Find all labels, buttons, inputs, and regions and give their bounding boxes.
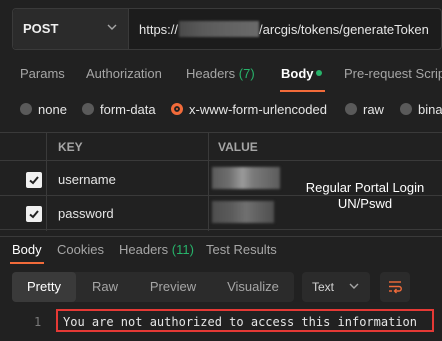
- radio-none[interactable]: none: [20, 102, 67, 117]
- view-preview[interactable]: Preview: [134, 272, 212, 302]
- radio-binary[interactable]: bina: [400, 102, 442, 117]
- redacted-value[interactable]: [212, 201, 274, 223]
- row-key[interactable]: password: [58, 206, 114, 221]
- radio-label: none: [38, 102, 67, 117]
- tab-response-body[interactable]: Body: [12, 242, 42, 257]
- view-pretty[interactable]: Pretty: [12, 272, 76, 302]
- row-checkbox[interactable]: [26, 172, 42, 188]
- url-prefix: https://: [139, 22, 179, 37]
- tab-response-headers-label: Headers: [119, 242, 169, 257]
- url-bar: POST https:// /arcgis/tokens/generateToke…: [12, 8, 442, 50]
- method-select[interactable]: POST: [13, 9, 129, 49]
- tab-headers[interactable]: Headers (7): [186, 66, 255, 81]
- method-label: POST: [23, 21, 59, 36]
- tab-headers-count: (7): [238, 66, 255, 81]
- redacted-host: [179, 21, 260, 37]
- radio-label: x-www-form-urlencoded: [189, 102, 327, 117]
- active-tab-underline: [280, 90, 325, 92]
- body-modified-dot: [316, 70, 322, 76]
- radio-dot-selected: [171, 103, 183, 115]
- chevron-down-icon: [107, 24, 117, 30]
- body-type-selector: none form-data x-www-form-urlencoded raw…: [0, 94, 442, 124]
- chevron-down-icon: [349, 283, 359, 289]
- row-key[interactable]: username: [58, 172, 116, 187]
- radio-dot: [345, 103, 357, 115]
- radio-raw[interactable]: raw: [345, 102, 384, 117]
- url-suffix: /arcgis/tokens/generateToken: [259, 22, 429, 37]
- view-raw[interactable]: Raw: [76, 272, 134, 302]
- tab-headers-label: Headers: [186, 66, 236, 81]
- table-header: KEY VALUE: [0, 133, 442, 161]
- tab-params[interactable]: Params: [20, 66, 65, 81]
- format-select[interactable]: Text: [302, 272, 370, 302]
- wrap-lines-button[interactable]: [380, 272, 410, 302]
- annotation-line: UN/Pswd: [337, 196, 393, 211]
- view-visualize[interactable]: Visualize: [212, 272, 294, 302]
- tab-response-headers-count: (11): [171, 242, 194, 257]
- format-label: Text: [312, 280, 335, 294]
- annotation-text: Regular Portal Login UN/Pswd: [300, 180, 430, 212]
- radio-form-data[interactable]: form-data: [82, 102, 156, 117]
- tab-body[interactable]: Body: [281, 66, 314, 81]
- view-mode-selector: Pretty Raw Preview Visualize: [12, 272, 294, 302]
- line-number: 1: [34, 315, 42, 329]
- radio-x-www-form-urlencoded[interactable]: x-www-form-urlencoded: [171, 102, 327, 117]
- value-column-header: VALUE: [218, 140, 258, 154]
- active-tab-underline: [10, 262, 44, 264]
- radio-dot: [400, 103, 412, 115]
- url-input[interactable]: https:// /arcgis/tokens/generateToken: [139, 21, 429, 37]
- tab-pre-request-script[interactable]: Pre-request Scrip: [344, 66, 442, 81]
- radio-dot: [82, 103, 94, 115]
- row-checkbox[interactable]: [26, 206, 42, 222]
- checkmark-icon: [29, 210, 39, 219]
- response-body-text: You are not authorized to access this in…: [56, 309, 434, 332]
- tab-response-headers[interactable]: Headers (11): [119, 242, 194, 257]
- checkmark-icon: [29, 176, 39, 185]
- radio-label: raw: [363, 102, 384, 117]
- tab-test-results[interactable]: Test Results: [206, 242, 277, 257]
- wrap-lines-icon: [389, 281, 402, 294]
- request-tabs: Params Authorization Headers (7) Body Pr…: [0, 58, 442, 92]
- key-column-header: KEY: [58, 140, 83, 154]
- response-tabs: Body Cookies Headers (11) Test Results: [0, 236, 442, 262]
- annotation-line: Regular Portal Login: [305, 180, 425, 195]
- radio-dot: [20, 103, 32, 115]
- redacted-value[interactable]: [212, 167, 280, 189]
- tab-cookies[interactable]: Cookies: [57, 242, 104, 257]
- tab-authorization[interactable]: Authorization: [86, 66, 162, 81]
- radio-label: bina: [418, 102, 442, 117]
- radio-label: form-data: [100, 102, 156, 117]
